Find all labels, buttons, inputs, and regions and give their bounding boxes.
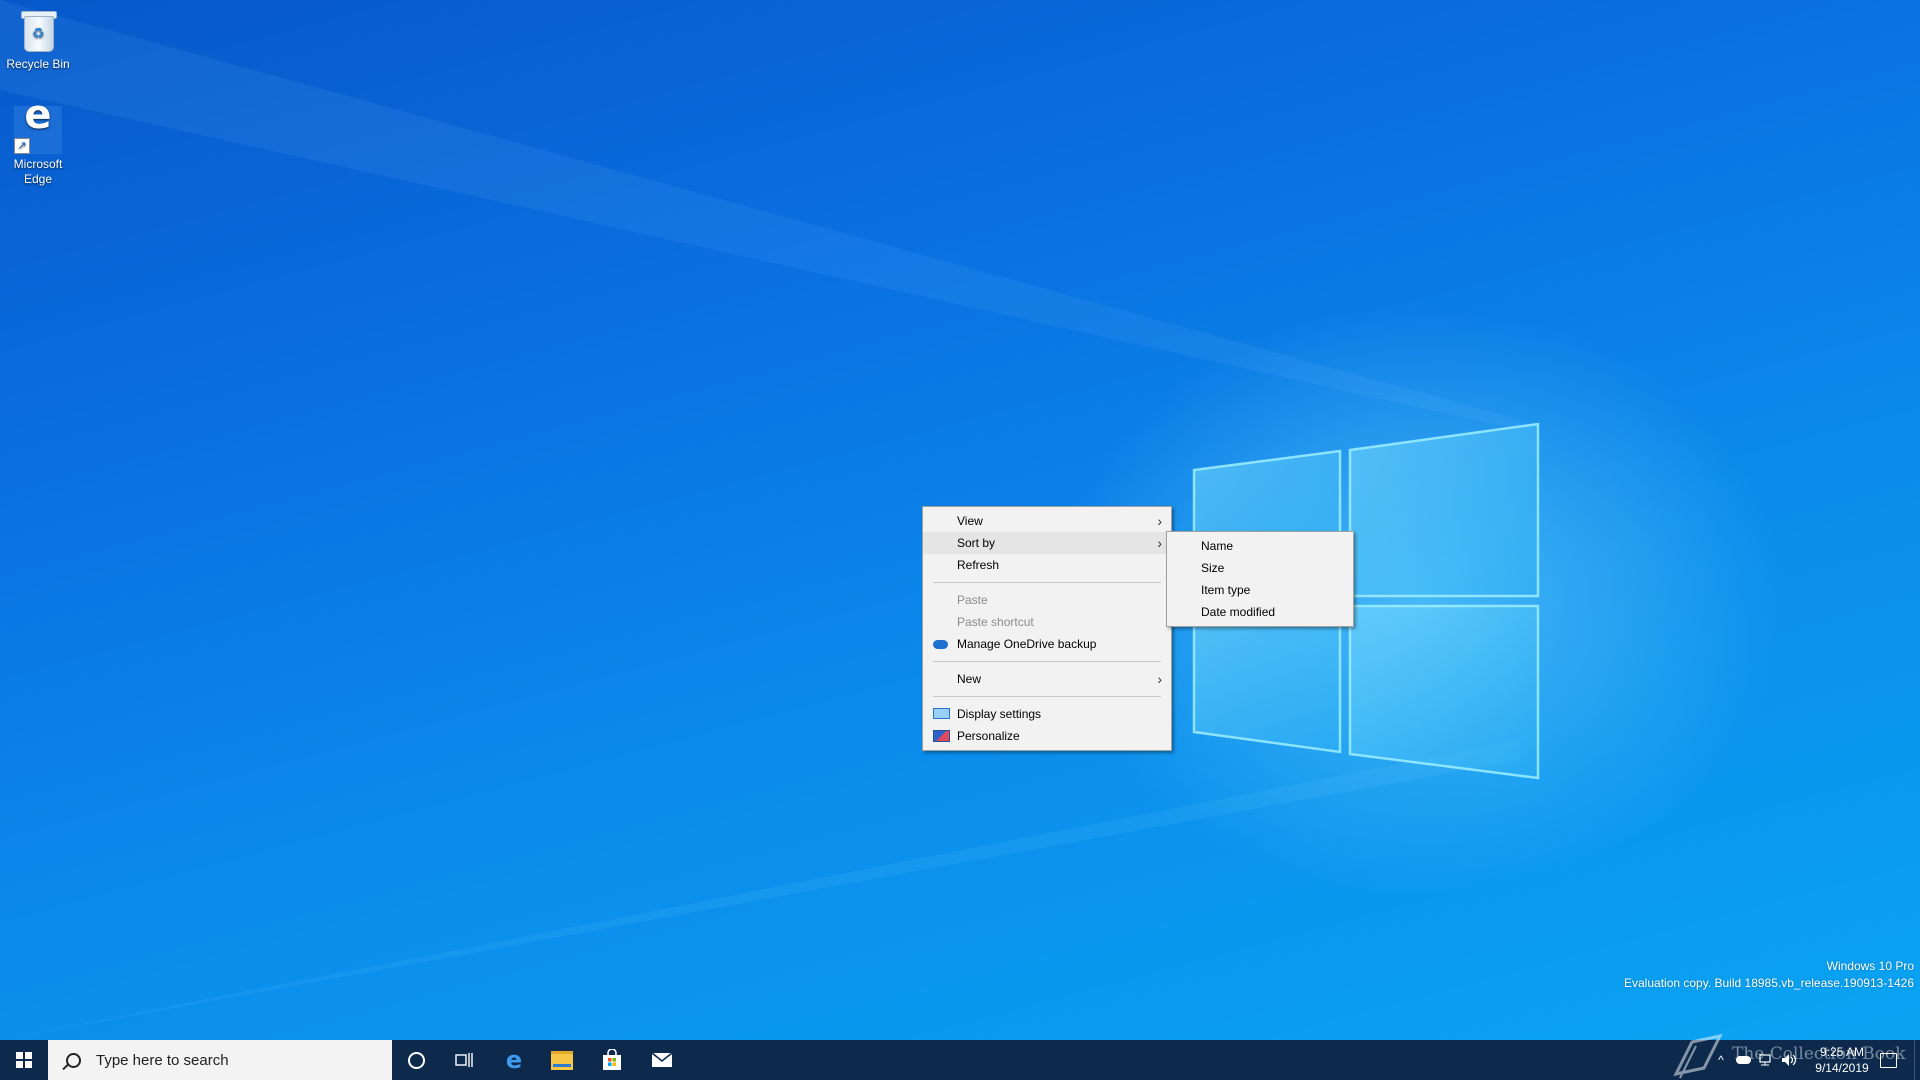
taskbar-file-explorer-button[interactable] (538, 1040, 586, 1080)
search-placeholder: Type here to search (96, 1051, 229, 1069)
menu-item-manage-onedrive-backup[interactable]: Manage OneDrive backup (923, 633, 1171, 655)
recycle-bin-label: Recycle Bin (6, 57, 70, 71)
sort-by-item-type[interactable]: Item type (1167, 579, 1353, 601)
taskbar-mail-button[interactable] (638, 1040, 686, 1080)
windows-watermark: Windows 10 Pro Evaluation copy. Build 18… (1624, 958, 1914, 992)
onedrive-icon (933, 640, 948, 649)
personalize-icon (933, 730, 950, 742)
menu-item-label: New (957, 672, 982, 686)
menu-item-label: Manage OneDrive backup (957, 637, 1097, 651)
cortana-icon (407, 1051, 425, 1069)
collection-book-logo (1673, 1034, 1723, 1079)
menu-item-label: Date modified (1201, 605, 1276, 619)
menu-separator (933, 696, 1161, 697)
menu-item-label: Paste (957, 593, 988, 607)
taskbar-edge-button[interactable]: e (490, 1040, 538, 1080)
sort-by-date-modified[interactable]: Date modified (1167, 601, 1353, 623)
menu-item-display-settings[interactable]: Display settings (923, 703, 1171, 725)
menu-item-label: View (957, 514, 983, 528)
edge-shortcut[interactable]: e ↗ Microsoft Edge (0, 95, 76, 187)
menu-item-label: Name (1201, 539, 1234, 553)
menu-item-label: Refresh (957, 558, 1000, 572)
search-icon (58, 1040, 88, 1080)
menu-item-label: Paste shortcut (957, 615, 1034, 629)
menu-item-label: Sort by (957, 536, 996, 550)
windows-logo-icon (16, 1052, 32, 1068)
edge-icon: e (505, 1046, 523, 1074)
menu-item-label: Display settings (957, 707, 1042, 721)
taskbar: Type here to search e ^ 9:25 AM 9/14/201… (0, 1040, 1920, 1080)
mail-icon (651, 1052, 673, 1067)
menu-item-paste-shortcut[interactable]: Paste shortcut (923, 611, 1171, 633)
menu-separator (933, 582, 1161, 583)
chevron-right-icon: › (1157, 671, 1162, 687)
menu-item-label: Size (1201, 561, 1225, 575)
task-view-icon (455, 1053, 473, 1067)
display-settings-icon (933, 708, 950, 719)
menu-item-paste[interactable]: Paste (923, 589, 1171, 611)
menu-separator (933, 661, 1161, 662)
show-desktop-button[interactable] (1914, 1040, 1920, 1080)
sort-by-size[interactable]: Size (1167, 557, 1353, 579)
menu-item-personalize[interactable]: Personalize (923, 725, 1171, 747)
menu-item-sort-by[interactable]: Sort by › (923, 532, 1171, 554)
desktop[interactable]: ♻ Recycle Bin e ↗ Microsoft Edge View › … (0, 0, 1920, 1040)
sort-by-name[interactable]: Name (1167, 535, 1353, 557)
menu-item-new[interactable]: New › (923, 668, 1171, 690)
edition-text: Windows 10 Pro (1826, 959, 1914, 973)
build-text: Evaluation copy. Build 18985.vb_release.… (1624, 976, 1914, 990)
file-explorer-icon (551, 1050, 573, 1070)
chevron-right-icon: › (1157, 535, 1162, 551)
shortcut-arrow-icon: ↗ (14, 138, 30, 154)
recycle-bin-shortcut[interactable]: ♻ Recycle Bin (0, 6, 76, 72)
task-view-button[interactable] (440, 1040, 488, 1080)
start-button[interactable] (0, 1040, 48, 1080)
cortana-button[interactable] (392, 1040, 440, 1080)
taskbar-store-button[interactable] (588, 1040, 636, 1080)
recycle-bin-icon: ♻ (14, 6, 62, 54)
edge-icon: e ↗ (14, 95, 62, 154)
menu-item-view[interactable]: View › (923, 510, 1171, 532)
menu-item-label: Personalize (957, 729, 1020, 743)
desktop-context-menu: View › Sort by › Refresh Paste Paste sho… (922, 506, 1172, 751)
menu-item-refresh[interactable]: Refresh (923, 554, 1171, 576)
store-icon (603, 1049, 621, 1070)
menu-item-label: Item type (1201, 583, 1251, 597)
sort-by-submenu: Name Size Item type Date modified (1166, 531, 1354, 627)
edge-label: Microsoft Edge (13, 157, 63, 186)
search-box[interactable]: Type here to search (48, 1040, 392, 1080)
collection-book-watermark: The Collection Book (1732, 1044, 1906, 1064)
chevron-right-icon: › (1157, 513, 1162, 529)
